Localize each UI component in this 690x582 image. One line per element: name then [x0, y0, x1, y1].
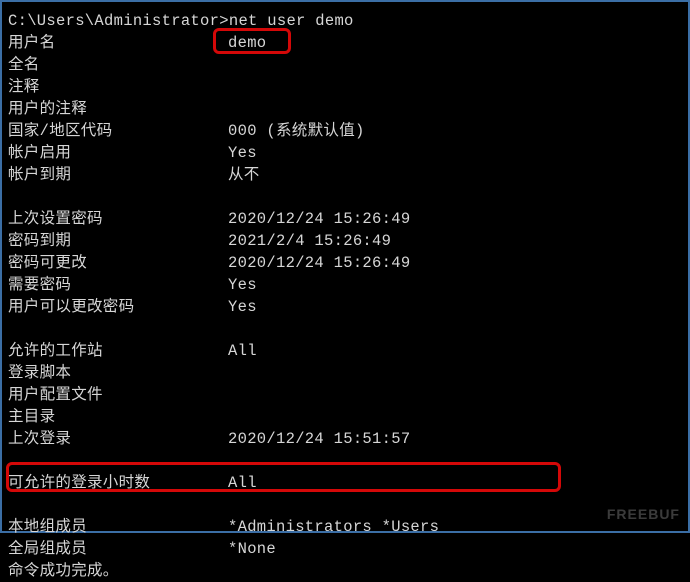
prompt-path: C:\Users\Administrator> [8, 12, 229, 30]
row-label: 全局组成员 [8, 538, 228, 560]
output-row: 注释 [8, 76, 682, 98]
completion-text: 命令成功完成。 [8, 562, 119, 580]
row-value: 2020/12/24 15:26:49 [228, 252, 410, 274]
row-label: 注释 [8, 76, 228, 98]
row-label: 上次设置密码 [8, 208, 228, 230]
row-value: *None [228, 538, 276, 560]
output-row: 本地组成员*Administrators *Users [8, 516, 682, 538]
output-row: 登录脚本 [8, 362, 682, 384]
row-label: 国家/地区代码 [8, 120, 228, 142]
output-row: 上次登录2020/12/24 15:51:57 [8, 428, 682, 450]
row-label: 登录脚本 [8, 362, 228, 384]
output-row: 用户可以更改密码Yes [8, 296, 682, 318]
row-label: 用户可以更改密码 [8, 296, 228, 318]
output-row: 上次设置密码2020/12/24 15:26:49 [8, 208, 682, 230]
row-label: 用户的注释 [8, 98, 228, 120]
row-value: 2020/12/24 15:51:57 [228, 428, 410, 450]
row-value: *Administrators *Users [228, 516, 439, 538]
output-row: 用户的注释 [8, 98, 682, 120]
row-label: 本地组成员 [8, 516, 228, 538]
row-value: 000 (系统默认值) [228, 120, 365, 142]
row-label: 可允许的登录小时数 [8, 472, 228, 494]
row-value: Yes [228, 142, 257, 164]
watermark: FREEBUF [607, 503, 680, 525]
blank-line [8, 318, 682, 340]
output-row: 密码到期2021/2/4 15:26:49 [8, 230, 682, 252]
output-row: 帐户启用Yes [8, 142, 682, 164]
output-row: 需要密码Yes [8, 274, 682, 296]
row-value: 从不 [228, 164, 260, 186]
row-value: 2020/12/24 15:26:49 [228, 208, 410, 230]
completion-line: 命令成功完成。 [8, 560, 682, 582]
row-value: Yes [228, 296, 257, 318]
blank-line [8, 186, 682, 208]
row-label: 上次登录 [8, 428, 228, 450]
output-row: 可允许的登录小时数All [8, 472, 682, 494]
row-value: 2021/2/4 15:26:49 [228, 230, 391, 252]
output-row: 用户名demo [8, 32, 682, 54]
command-output: 用户名demo全名注释用户的注释国家/地区代码000 (系统默认值)帐户启用Ye… [8, 32, 682, 560]
row-value: Yes [228, 274, 257, 296]
output-row: 国家/地区代码000 (系统默认值) [8, 120, 682, 142]
output-row: 密码可更改2020/12/24 15:26:49 [8, 252, 682, 274]
row-label: 需要密码 [8, 274, 228, 296]
blank-line [8, 450, 682, 472]
output-row: 用户配置文件 [8, 384, 682, 406]
row-label: 用户名 [8, 32, 228, 54]
row-label: 帐户启用 [8, 142, 228, 164]
row-label: 密码到期 [8, 230, 228, 252]
blank-line [8, 494, 682, 516]
output-row: 全名 [8, 54, 682, 76]
row-label: 允许的工作站 [8, 340, 228, 362]
output-row: 主目录 [8, 406, 682, 428]
output-row: 帐户到期从不 [8, 164, 682, 186]
output-row: 全局组成员*None [8, 538, 682, 560]
row-label: 用户配置文件 [8, 384, 228, 406]
row-label: 主目录 [8, 406, 228, 428]
row-value: All [228, 340, 257, 362]
row-label: 密码可更改 [8, 252, 228, 274]
prompt-command: net user demo [229, 12, 354, 30]
row-label: 帐户到期 [8, 164, 228, 186]
output-row: 允许的工作站All [8, 340, 682, 362]
row-value: demo [228, 32, 266, 54]
row-label: 全名 [8, 54, 228, 76]
row-value: All [228, 472, 257, 494]
command-prompt-line: C:\Users\Administrator>net user demo [8, 10, 682, 32]
